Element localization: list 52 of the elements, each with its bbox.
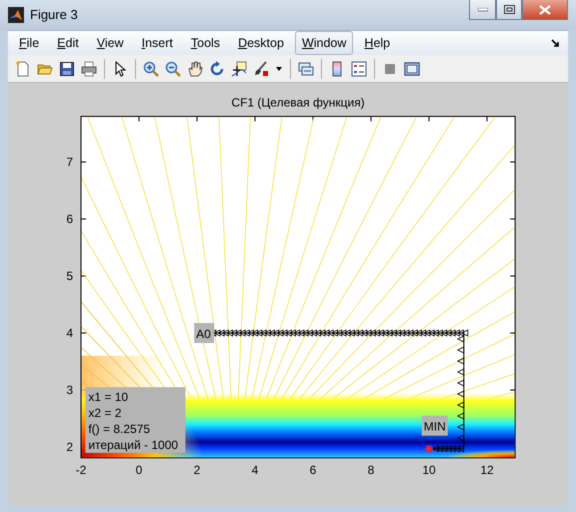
x-tick-label: 10 — [422, 462, 436, 477]
maximize-icon — [504, 5, 514, 14]
caret-icon — [276, 66, 282, 70]
y-tick-label: 4 — [66, 326, 73, 340]
y-tick-label: 5 — [66, 269, 73, 283]
close-button[interactable] — [522, 0, 568, 20]
hand-icon — [187, 60, 203, 76]
y-tick-label: 2 — [66, 440, 73, 454]
app-logo-icon — [8, 7, 24, 23]
minimum-marker — [424, 444, 434, 454]
info-text: x1 = 10 — [88, 390, 128, 404]
linked-plot-icon — [298, 60, 314, 76]
plot-title: CF1 (Целевая функция) — [231, 95, 365, 110]
maximize-button[interactable] — [496, 0, 522, 20]
x-tick-label: 6 — [310, 462, 316, 477]
info-text: f() = 8.2575 — [88, 422, 150, 436]
minimize-button[interactable] — [469, 0, 496, 20]
menu-item[interactable]: File — [12, 30, 46, 56]
x-tick-label: -2 — [76, 462, 86, 477]
point-label: A0 — [194, 323, 214, 343]
info-text: итераций - 1000 — [88, 438, 178, 452]
info-text: x2 = 2 — [88, 406, 122, 420]
menu-item[interactable]: Edit — [50, 30, 86, 56]
point-label: MIN — [422, 416, 448, 436]
x-tick-label: 8 — [368, 462, 374, 477]
x-tick-label: 4 — [252, 462, 258, 477]
minimize-icon — [478, 8, 488, 12]
menu-item[interactable]: Window — [294, 30, 354, 56]
brush-icon — [253, 60, 269, 76]
zoom-in-icon — [143, 60, 159, 76]
menu-item[interactable]: Tools — [184, 30, 228, 56]
zoom-out-icon — [165, 60, 181, 76]
print-icon — [81, 60, 97, 76]
y-tick-label: 6 — [66, 212, 73, 226]
plot-tools-icon — [404, 60, 420, 76]
legend-icon — [351, 60, 367, 76]
x-tick-label: 0 — [136, 462, 142, 477]
x-tick-label: 2 — [194, 462, 200, 477]
close-icon — [539, 4, 551, 14]
new-file-icon — [15, 60, 31, 76]
dock-arrow-icon[interactable] — [551, 38, 560, 48]
menu-item[interactable]: Insert — [134, 30, 180, 56]
y-tick-label: 7 — [66, 155, 73, 169]
menu-item[interactable]: Desktop — [231, 30, 291, 56]
y-tick-label: 3 — [66, 383, 73, 397]
menu-item[interactable]: View — [90, 30, 131, 56]
window-title: Figure 3 — [30, 6, 78, 24]
x-tick-label: 12 — [480, 462, 494, 477]
rotate-icon — [209, 60, 225, 76]
data-cursor-icon — [231, 60, 247, 76]
save-icon — [59, 60, 75, 76]
menu-item[interactable]: Help — [357, 30, 398, 56]
